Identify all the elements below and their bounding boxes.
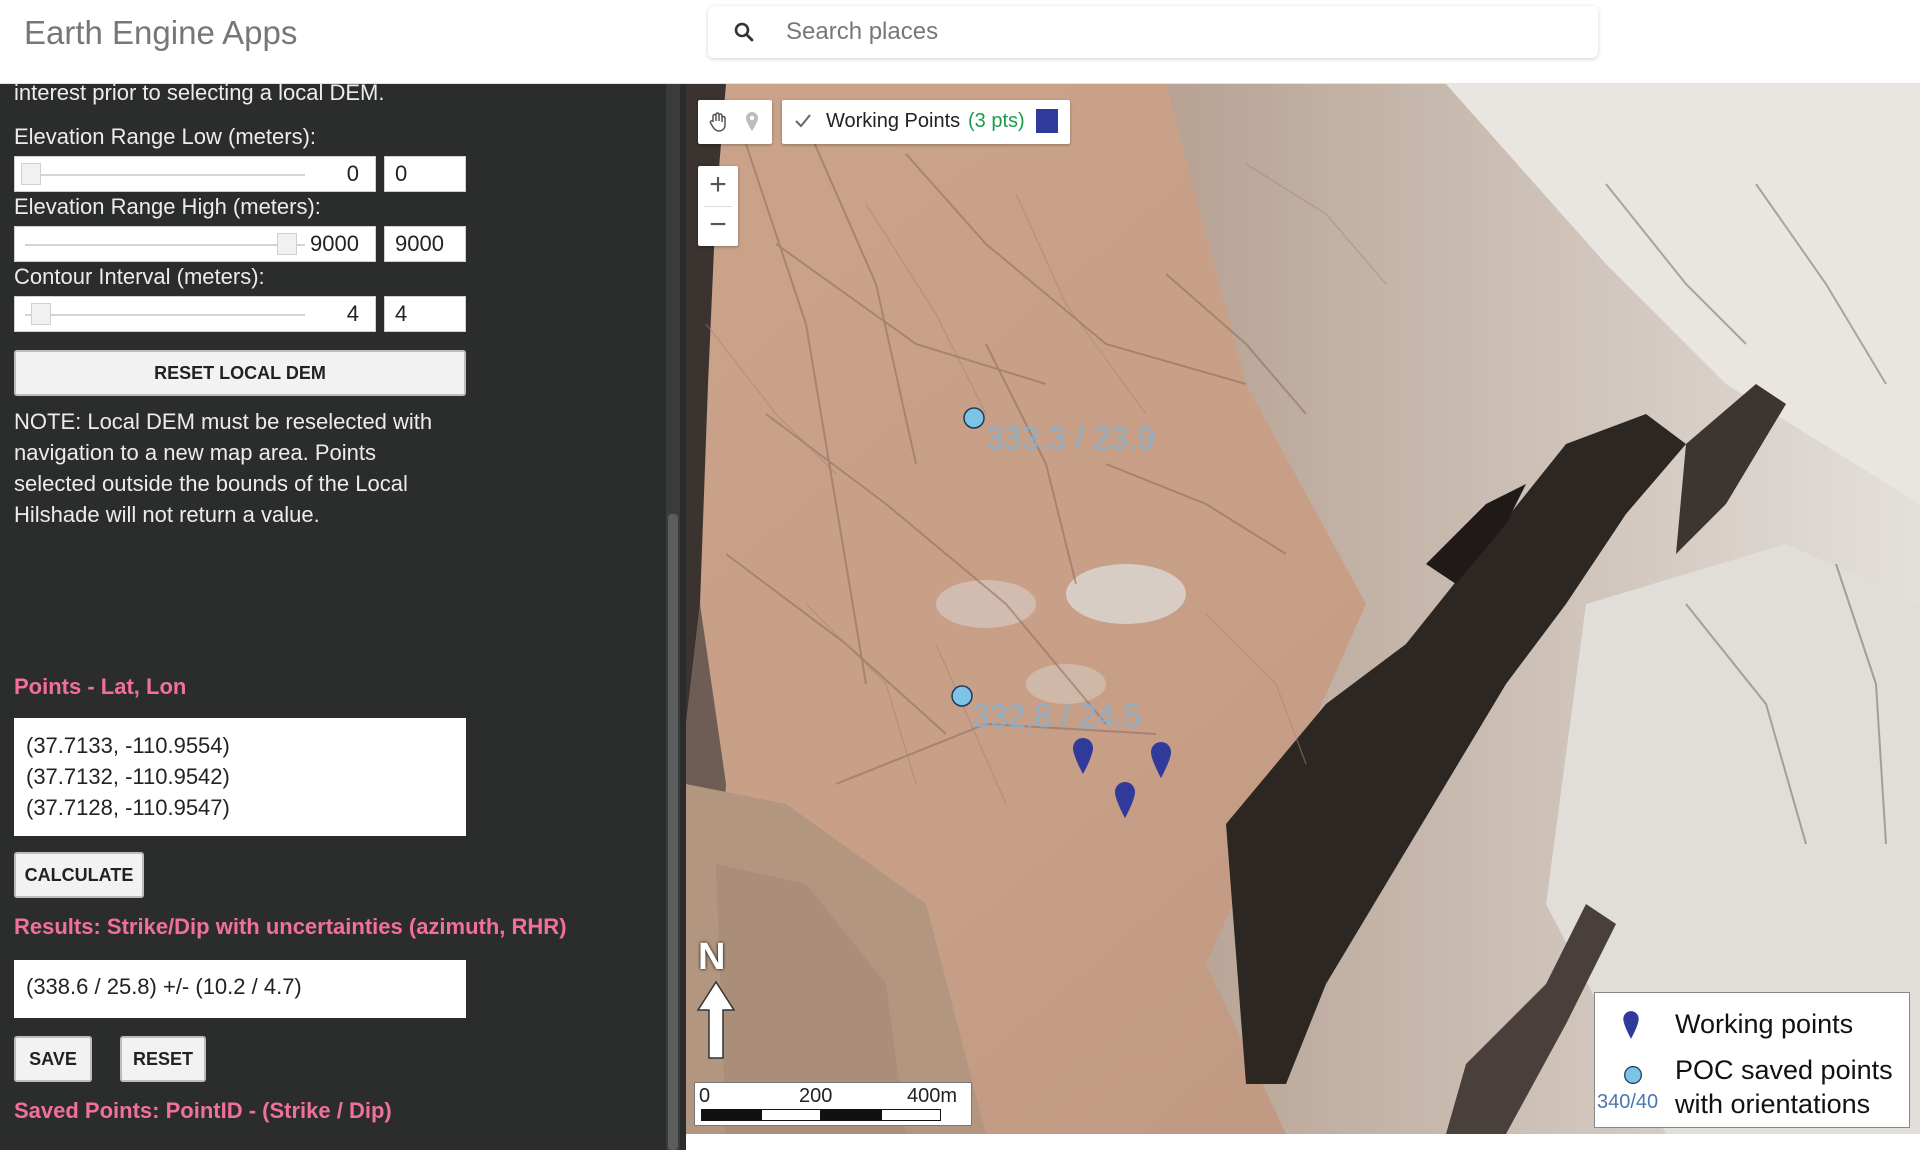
working-point-legend-icon <box>1623 1011 1639 1039</box>
note-text: NOTE: Local DEM must be reselected with … <box>14 406 432 530</box>
layer-count: (3 pts) <box>968 110 1025 132</box>
map-legend: Working points 340/40 POC saved points w… <box>1594 992 1910 1128</box>
scale-tick-400: 400m <box>907 1085 958 1107</box>
note-line: navigation to a new map area. Points <box>14 440 377 465</box>
saved-points-label: Saved Points: PointID - (Strike / Dip) <box>14 1098 392 1123</box>
slider-line <box>25 174 305 176</box>
satellite-map[interactable]: Working Points (3 pts) + − 333.3 / 23.9 … <box>686 84 1920 1134</box>
result-textbox[interactable]: (338.6 / 25.8) +/- (10.2 / 4.7) <box>14 960 466 1018</box>
north-label: N <box>698 936 726 978</box>
elevation-high-slider[interactable]: 9000 <box>14 226 376 262</box>
elevation-low-slider[interactable]: 0 <box>14 156 376 192</box>
point-entry: (37.7133, -110.9554) <box>26 733 230 758</box>
scale-segment <box>821 1109 881 1121</box>
legend-poc-line1: POC saved points <box>1675 1055 1893 1085</box>
poc-point-legend-icon <box>1624 1066 1642 1084</box>
slider-value: 9000 <box>310 231 359 256</box>
points-textbox[interactable]: (37.7133, -110.9554) (37.7132, -110.9542… <box>14 718 466 836</box>
layer-name: Working Points <box>826 110 961 132</box>
control-panel: interest prior to selecting a local DEM.… <box>0 84 686 1150</box>
working-point-marker[interactable] <box>1070 736 1096 776</box>
scale-tick-200: 200 <box>799 1085 833 1107</box>
scale-segment <box>881 1109 941 1121</box>
slider-thumb[interactable] <box>31 303 52 325</box>
slider-line <box>25 244 305 246</box>
slider-value: 0 <box>346 161 359 186</box>
scale-segment <box>761 1109 821 1121</box>
contour-interval-label: Contour Interval (meters): <box>14 264 265 289</box>
elevation-low-label: Elevation Range Low (meters): <box>14 124 317 149</box>
map-tool-group <box>698 100 772 144</box>
working-point-marker[interactable] <box>1112 780 1138 820</box>
scale-bar: 0 200 400m <box>694 1082 972 1126</box>
poc-point-marker[interactable] <box>962 406 986 430</box>
poc-point-label: 333.3 / 23.9 <box>986 420 1156 456</box>
results-section-label: Results: Strike/Dip with uncertainties (… <box>14 914 567 939</box>
app-header: Earth Engine Apps <box>0 0 1920 84</box>
intro-text: interest prior to selecting a local DEM. <box>14 84 385 105</box>
north-arrow-icon <box>696 980 736 1059</box>
note-line: Hilshade will not return a value. <box>14 502 320 527</box>
zoom-in-button[interactable]: + <box>698 166 738 206</box>
zoom-control: + − <box>698 166 738 246</box>
map-bottom-strip <box>686 1134 1920 1150</box>
contour-interval-input[interactable] <box>384 296 466 332</box>
satellite-imagery[interactable] <box>686 84 1920 1134</box>
slider-thumb[interactable] <box>21 163 41 185</box>
result-value: (338.6 / 25.8) +/- (10.2 / 4.7) <box>26 974 302 999</box>
zoom-out-button[interactable]: − <box>698 206 738 246</box>
scale-segment <box>701 1109 761 1121</box>
note-line: selected outside the bounds of the Local <box>14 471 408 496</box>
legend-poc-example: 340/40 <box>1597 1091 1659 1113</box>
working-point-marker[interactable] <box>1148 740 1174 780</box>
slider-line <box>25 314 305 316</box>
legend-working-label: Working points <box>1675 1009 1854 1039</box>
note-line: NOTE: Local DEM must be reselected with <box>14 409 433 434</box>
contour-interval-slider[interactable]: 4 <box>14 296 376 332</box>
search-input[interactable] <box>786 16 1566 48</box>
point-entry: (37.7132, -110.9542) <box>26 764 230 789</box>
app-title: Earth Engine Apps <box>24 14 298 51</box>
elevation-high-label: Elevation Range High (meters): <box>14 194 321 219</box>
poc-point-marker[interactable] <box>950 684 974 708</box>
layer-color-swatch[interactable] <box>1036 109 1058 133</box>
hand-icon[interactable] <box>706 110 730 134</box>
calculate-button[interactable]: CALCULATE <box>14 852 144 898</box>
poc-point-label: 332.8 / 24.5 <box>972 698 1142 734</box>
elevation-high-input[interactable] <box>384 226 466 262</box>
save-button[interactable]: SAVE <box>14 1036 92 1082</box>
slider-value: 4 <box>346 301 359 326</box>
points-section-label: Points - Lat, Lon <box>14 674 187 699</box>
elevation-low-input[interactable] <box>384 156 466 192</box>
pin-icon[interactable] <box>740 110 764 134</box>
layer-control[interactable]: Working Points (3 pts) <box>782 100 1070 144</box>
reset-button[interactable]: RESET <box>120 1036 206 1082</box>
legend-poc-line2: with orientations <box>1675 1089 1871 1119</box>
slider-thumb[interactable] <box>277 233 297 255</box>
scale-tick-0: 0 <box>699 1085 711 1107</box>
search-icon <box>734 22 754 42</box>
reset-local-dem-button[interactable]: RESET LOCAL DEM <box>14 350 466 396</box>
checkbox-icon[interactable] <box>792 110 814 132</box>
search-box[interactable] <box>708 6 1598 58</box>
panel-scroll-thumb[interactable] <box>668 514 678 1150</box>
point-entry: (37.7128, -110.9547) <box>26 795 230 820</box>
